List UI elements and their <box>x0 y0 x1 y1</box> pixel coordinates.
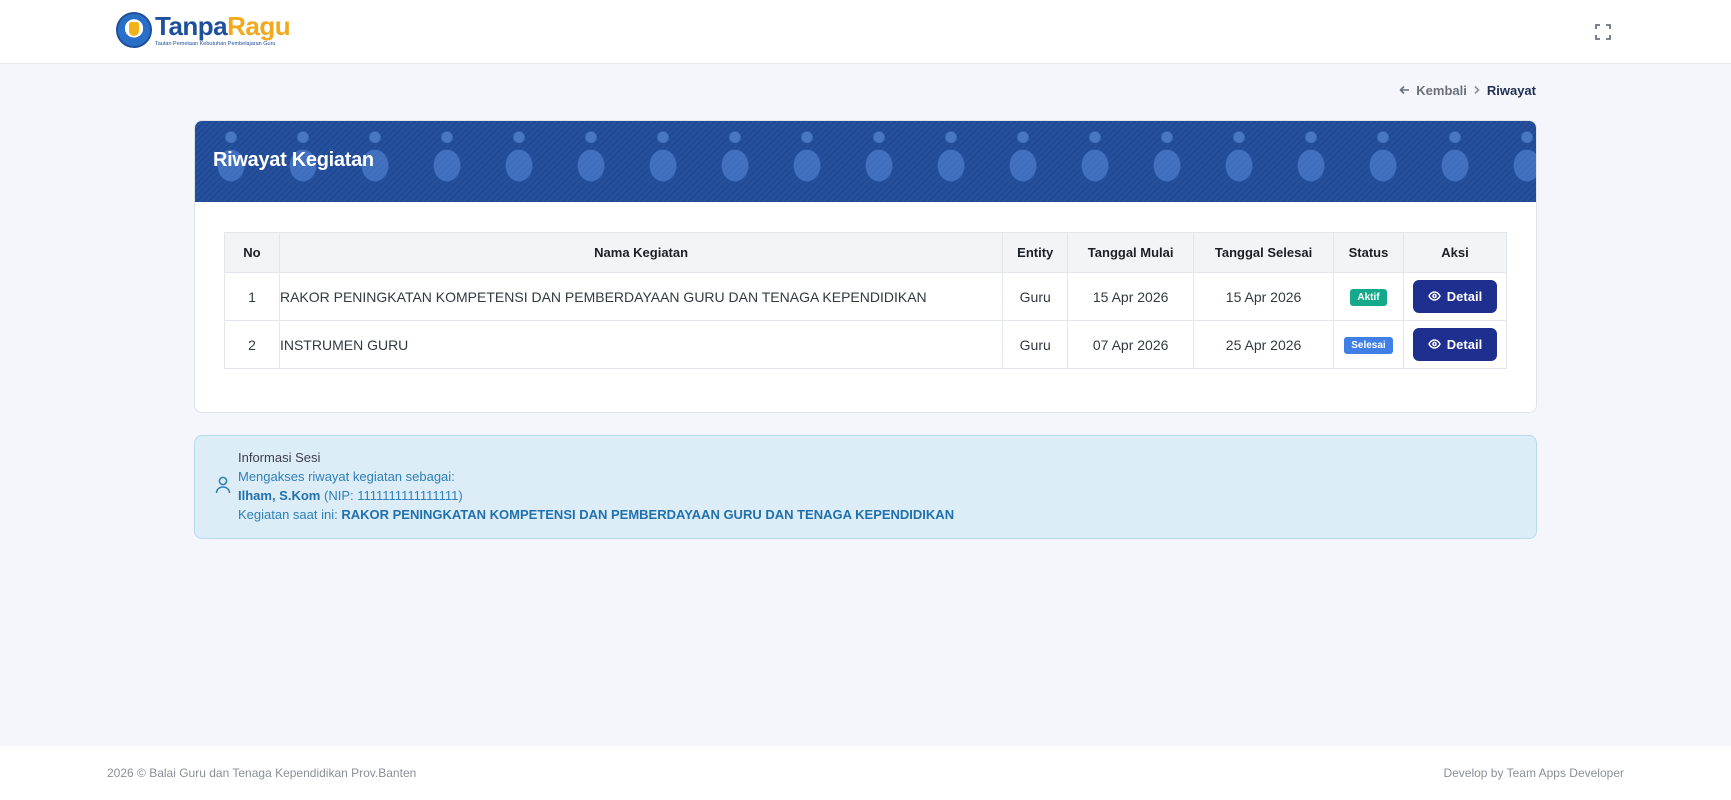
cell-activity-name: INSTRUMEN GURU <box>278 320 1004 369</box>
app-logo[interactable]: TanpaRagu Tautan Pemetaan Kebutuhan Pemb… <box>116 11 291 49</box>
cell-start-date: 15 Apr 2026 <box>1067 272 1195 321</box>
footer: 2026 © Balai Guru dan Tenaga Kependidika… <box>0 746 1731 800</box>
cell-status: Selesai <box>1333 320 1404 369</box>
session-user-name: Ilham, S.Kom <box>238 488 321 503</box>
col-header-status: Status <box>1333 232 1404 273</box>
status-badge: Aktif <box>1350 289 1387 306</box>
activity-history-card: Riwayat Kegiatan No Nama Kegiatan Entity… <box>194 120 1537 413</box>
user-icon <box>215 476 231 494</box>
arrow-left-icon <box>1399 83 1410 98</box>
session-current-activity-name: RAKOR PENINGKATAN KOMPETENSI DAN PEMBERD… <box>341 507 955 522</box>
fullscreen-icon[interactable] <box>1595 24 1611 40</box>
session-user-nip: (NIP: 1111111111111111) <box>323 488 463 503</box>
col-header-name: Nama Kegiatan <box>278 232 1004 273</box>
eye-icon <box>1427 337 1441 352</box>
cell-status: Aktif <box>1333 272 1404 321</box>
session-info-title: Informasi Sesi <box>238 450 321 465</box>
col-header-start-date: Tanggal Mulai <box>1067 232 1195 273</box>
cell-action: Detail <box>1402 272 1508 321</box>
back-label: Kembali <box>1416 82 1467 98</box>
detail-button-label: Detail <box>1446 337 1483 352</box>
session-info-panel: Informasi Sesi Mengakses riwayat kegiata… <box>194 435 1537 539</box>
logo-emblem-icon <box>116 12 152 48</box>
footer-credit: Develop by Team Apps Developer <box>1443 766 1624 780</box>
col-header-no: No <box>224 232 280 273</box>
cell-no: 1 <box>224 272 280 321</box>
cell-end-date: 15 Apr 2026 <box>1193 272 1334 321</box>
session-current-activity: Kegiatan saat ini: RAKOR PENINGKATAN KOM… <box>238 505 954 524</box>
eye-icon <box>1427 289 1441 304</box>
session-access-text: Mengakses riwayat kegiatan sebagai: <box>238 469 455 484</box>
session-current-label: Kegiatan saat ini: <box>238 507 338 522</box>
footer-copyright: 2026 © Balai Guru dan Tenaga Kependidika… <box>107 766 417 780</box>
breadcrumb-current: Riwayat <box>1486 82 1536 98</box>
col-header-end-date: Tanggal Selesai <box>1193 232 1334 273</box>
session-info-body: Informasi Sesi Mengakses riwayat kegiata… <box>238 448 954 524</box>
session-user: Ilham, S.Kom (NIP: 1111111111111111) <box>238 486 954 505</box>
logo-tagline: Tautan Pemetaan Kebutuhan Pembelajaran G… <box>155 41 276 47</box>
card-title: Riwayat Kegiatan <box>213 149 374 171</box>
table-row: 2 INSTRUMEN GURU Guru 07 Apr 2026 25 Apr… <box>224 320 1508 369</box>
detail-button[interactable]: Detail <box>1412 280 1497 313</box>
table-row: 1 RAKOR PENINGKATAN KOMPETENSI DAN PEMBE… <box>224 272 1508 321</box>
col-header-entity: Entity <box>1002 232 1069 273</box>
cell-entity: Guru <box>1002 320 1069 369</box>
cell-action: Detail <box>1402 320 1508 369</box>
col-header-action: Aksi <box>1402 232 1508 273</box>
chevron-right-icon <box>1473 83 1481 98</box>
activity-table: No Nama Kegiatan Entity Tanggal Mulai Ta… <box>224 232 1508 369</box>
top-navbar: TanpaRagu Tautan Pemetaan Kebutuhan Pemb… <box>0 0 1731 64</box>
cell-activity-name: RAKOR PENINGKATAN KOMPETENSI DAN PEMBERD… <box>278 272 1004 321</box>
card-header: Riwayat Kegiatan <box>195 121 1536 202</box>
logo-word-ragu: Ragu <box>227 11 291 41</box>
back-link[interactable]: Kembali <box>1399 83 1467 98</box>
cell-start-date: 07 Apr 2026 <box>1067 320 1195 369</box>
detail-button-label: Detail <box>1446 289 1483 304</box>
detail-button[interactable]: Detail <box>1412 328 1497 361</box>
status-badge: Selesai <box>1344 337 1393 354</box>
logo-word-tanpa: Tanpa <box>155 11 228 41</box>
cell-no: 2 <box>224 320 280 369</box>
table-header-row: No Nama Kegiatan Entity Tanggal Mulai Ta… <box>224 232 1508 273</box>
cell-end-date: 25 Apr 2026 <box>1193 320 1334 369</box>
cell-entity: Guru <box>1002 272 1069 321</box>
logo-text: TanpaRagu Tautan Pemetaan Kebutuhan Pemb… <box>155 11 291 47</box>
breadcrumb: Kembali Riwayat <box>1390 81 1536 99</box>
logo-wordmark: TanpaRagu <box>155 11 291 41</box>
